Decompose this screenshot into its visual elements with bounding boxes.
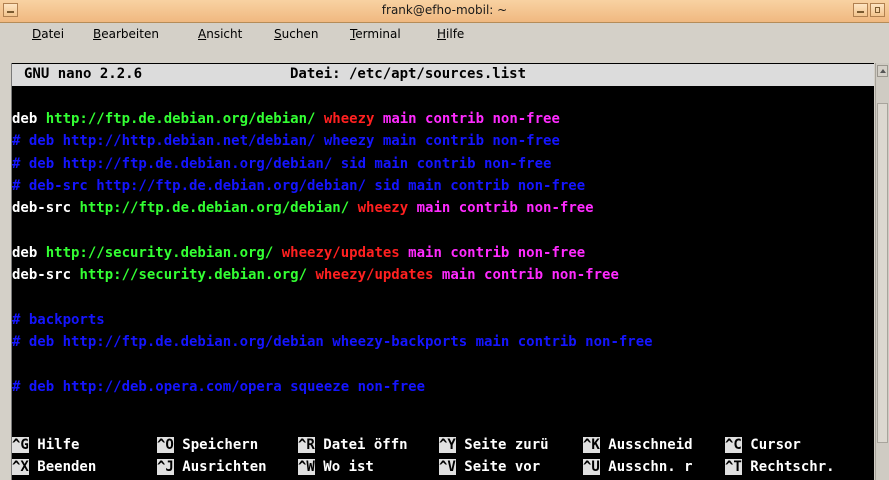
shortcut-ctrl-w: ^W Wo ist xyxy=(298,457,408,477)
shortcut-ctrl-c: ^C Cursor xyxy=(725,435,801,455)
nano-shortcut-bar: ^G Hilfe ^O Speichern ^R Datei öffn ^Y Se… xyxy=(12,434,874,480)
shortcut-label: Seite vor xyxy=(455,459,549,475)
terminal-text: http://security.debian.org/ xyxy=(45,244,282,261)
shortcut-label: Cursor xyxy=(741,437,801,453)
terminal-text: main contrib non-free xyxy=(382,111,560,127)
shortcut-label: Beenden xyxy=(28,459,122,475)
terminal-line: # backports xyxy=(12,309,105,331)
nano-version: GNU nano 2.2.6 xyxy=(24,66,143,82)
menu-bearbeiten[interactable]: Bearbeiten xyxy=(93,27,159,41)
terminal-text: # deb-src http://ftp.de.debian.org/debia… xyxy=(12,177,586,194)
shortcut-label: Ausschn. r xyxy=(599,459,693,475)
shortcut-key: ^U xyxy=(583,459,600,475)
shortcut-label: Hilfe xyxy=(28,437,122,453)
shortcut-label: Ausschneid xyxy=(599,437,693,453)
shortcut-label: Wo ist xyxy=(314,459,408,475)
shortcut-key: ^W xyxy=(298,459,315,475)
terminal-text: deb-src xyxy=(12,267,80,284)
terminal-line: # deb-src http://ftp.de.debian.org/debia… xyxy=(12,175,585,197)
terminal-text: wheezy xyxy=(323,111,383,127)
terminal-line: deb-src http://security.debian.org/ whee… xyxy=(12,264,619,286)
maximize-icon xyxy=(875,7,880,13)
terminal-text: # backports xyxy=(12,311,105,328)
shortcut-key: ^V xyxy=(439,459,456,475)
shortcut-ctrl-g: ^G Hilfe xyxy=(12,435,122,455)
menubar: Datei Bearbeiten Ansicht Suchen Terminal… xyxy=(0,23,889,45)
menu-datei[interactable]: Datei xyxy=(32,27,64,41)
shortcut-key: ^O xyxy=(157,437,174,453)
title-bar[interactable]: frank@efho-mobil: ~ xyxy=(0,0,889,23)
shortcut-key: ^C xyxy=(725,437,742,453)
shortcut-key: ^K xyxy=(583,437,600,453)
terminal-line: # deb http://ftp.de.debian.org/debian/ s… xyxy=(12,153,551,175)
shortcut-label: Ausrichten xyxy=(173,459,267,475)
shortcut-label: Speichern xyxy=(173,437,267,453)
shortcut-ctrl-v: ^V Seite vor xyxy=(439,457,549,477)
minimize-button[interactable] xyxy=(853,3,868,17)
terminal-text: # deb http://http.debian.net/debian/ whe… xyxy=(12,133,560,150)
terminal-text: main contrib non-free xyxy=(441,267,619,284)
terminal-line: # deb http://ftp.de.debian.org/debian wh… xyxy=(12,331,653,353)
terminal-line: # deb http://deb.opera.com/opera squeeze… xyxy=(12,376,425,398)
menu-terminal[interactable]: Terminal xyxy=(350,27,401,41)
shortcut-key: ^R xyxy=(298,437,315,453)
terminal-text: wheezy/updates xyxy=(281,244,409,261)
shortcut-label: Seite zurü xyxy=(455,437,549,453)
shortcut-ctrl-j: ^J Ausrichten xyxy=(157,457,267,477)
shortcut-ctrl-x: ^X Beenden xyxy=(12,457,122,477)
terminal-text: deb xyxy=(12,111,46,127)
menu-hilfe[interactable]: Hilfe xyxy=(437,27,464,41)
terminal-window: frank@efho-mobil: ~ Datei Bearbeiten Ans… xyxy=(0,0,889,480)
terminal-line: deb http://security.debian.org/ wheezy/u… xyxy=(12,242,585,264)
scroll-up-button[interactable] xyxy=(877,65,888,77)
shortcut-ctrl-o: ^O Speichern xyxy=(157,435,267,455)
menu-ansicht[interactable]: Ansicht xyxy=(198,27,242,41)
nano-header-bar: GNU nano 2.2.6 Datei: /etc/apt/sources.l… xyxy=(12,64,874,86)
shortcut-ctrl-k: ^K Ausschneid xyxy=(583,435,693,455)
terminal-line: # deb http://http.debian.net/debian/ whe… xyxy=(12,130,560,152)
terminal-text: wheezy xyxy=(357,200,417,217)
shortcut-ctrl-t: ^T Rechtschr. xyxy=(725,457,835,477)
shortcut-ctrl-u: ^U Ausschn. r xyxy=(583,457,693,477)
terminal-area[interactable]: deb http://ftp.de.debian.org/debian/ whe… xyxy=(12,63,874,480)
terminal-text: # deb http://ftp.de.debian.org/debian/ s… xyxy=(12,155,552,172)
maximize-button[interactable] xyxy=(870,3,885,17)
terminal-text: http://ftp.de.debian.org/debian/ xyxy=(79,200,358,217)
terminal-text: # deb http://ftp.de.debian.org/debian wh… xyxy=(12,334,653,350)
terminal-text: main contrib non-free xyxy=(416,200,594,217)
shortcut-ctrl-y: ^Y Seite zurü xyxy=(439,435,549,455)
terminal-text: main contrib non-free xyxy=(408,244,586,261)
arrow-up-icon xyxy=(880,69,886,73)
shortcut-key: ^G xyxy=(12,437,29,453)
shortcut-label: Rechtschr. xyxy=(741,459,835,475)
shortcut-key: ^J xyxy=(157,459,174,475)
shortcut-ctrl-r: ^R Datei öffn xyxy=(298,435,408,455)
shortcut-key: ^X xyxy=(12,459,29,475)
terminal-text: # deb http://deb.opera.com/opera squeeze… xyxy=(12,378,426,395)
minimize-icon xyxy=(857,11,864,13)
terminal-line: deb http://ftp.de.debian.org/debian/ whe… xyxy=(12,108,560,130)
terminal-text: deb xyxy=(12,244,46,261)
nano-file-label: Datei: /etc/apt/sources.list xyxy=(290,66,527,82)
terminal-text: http://ftp.de.debian.org/debian/ xyxy=(45,111,324,127)
shortcut-key: ^T xyxy=(725,459,742,475)
scroll-thumb[interactable] xyxy=(877,103,888,443)
menu-suchen[interactable]: Suchen xyxy=(274,27,318,41)
shortcut-label: Datei öffn xyxy=(314,437,408,453)
terminal-text: wheezy/updates xyxy=(315,267,442,284)
terminal-text: deb-src xyxy=(12,200,80,217)
terminal-line: deb-src http://ftp.de.debian.org/debian/… xyxy=(12,197,594,219)
window-title: frank@efho-mobil: ~ xyxy=(381,3,508,17)
shortcut-key: ^Y xyxy=(439,437,456,453)
scrollbar[interactable] xyxy=(875,63,889,480)
terminal-text: http://security.debian.org/ xyxy=(79,267,316,284)
